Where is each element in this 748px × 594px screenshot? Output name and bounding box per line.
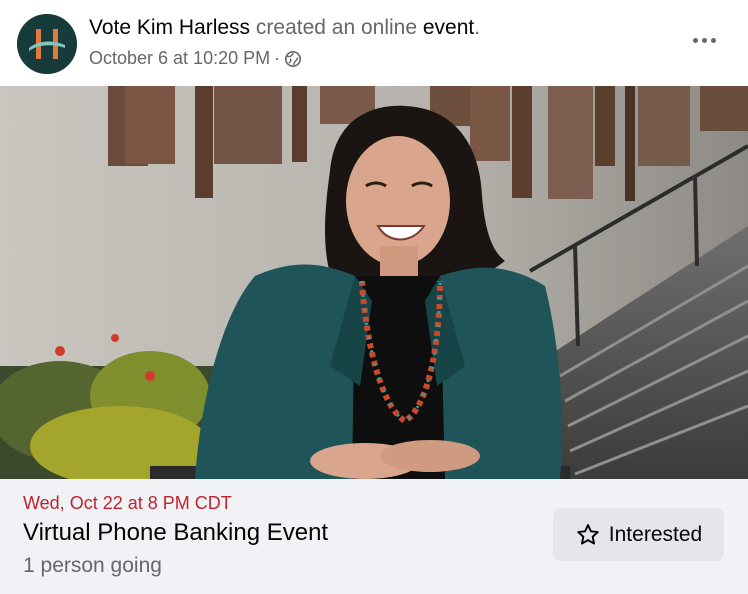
avatar[interactable]: H [17,14,77,74]
avatar-logo-icon: H [17,14,77,74]
event-cover-photo[interactable] [0,86,748,479]
more-dot [701,37,707,43]
more-options-button[interactable] [682,24,726,56]
headline-punct: . [474,16,481,39]
event-photo-illustration [0,86,748,479]
interested-label: Interested [608,522,703,546]
star-outline-icon [577,523,599,545]
post-meta: October 6 at 10:20 PM · [89,48,302,69]
event-attendance[interactable]: 1 person going [23,554,162,578]
globe-icon[interactable] [284,50,302,68]
post-headline: Vote Kim Harless created an online event… [89,16,480,40]
meta-separator: · [274,48,281,68]
post-timestamp[interactable]: October 6 at 10:20 PM [89,48,270,69]
more-horizontal-icon [692,37,698,43]
event-title-link[interactable]: Virtual Phone Banking Event [23,519,328,547]
post-header: H Vote Kim Harless created an online eve… [0,0,748,86]
event-datetime: Wed, Oct 22 at 8 PM CDT [23,493,232,513]
more-dot [710,37,716,43]
event-link[interactable]: event [423,16,474,39]
author-name-link[interactable]: Vote Kim Harless [89,16,250,39]
interested-button[interactable]: Interested [553,508,724,561]
post-action-text: created an online [255,16,418,39]
event-info-panel: Wed, Oct 22 at 8 PM CDT Virtual Phone Ba… [0,479,748,594]
